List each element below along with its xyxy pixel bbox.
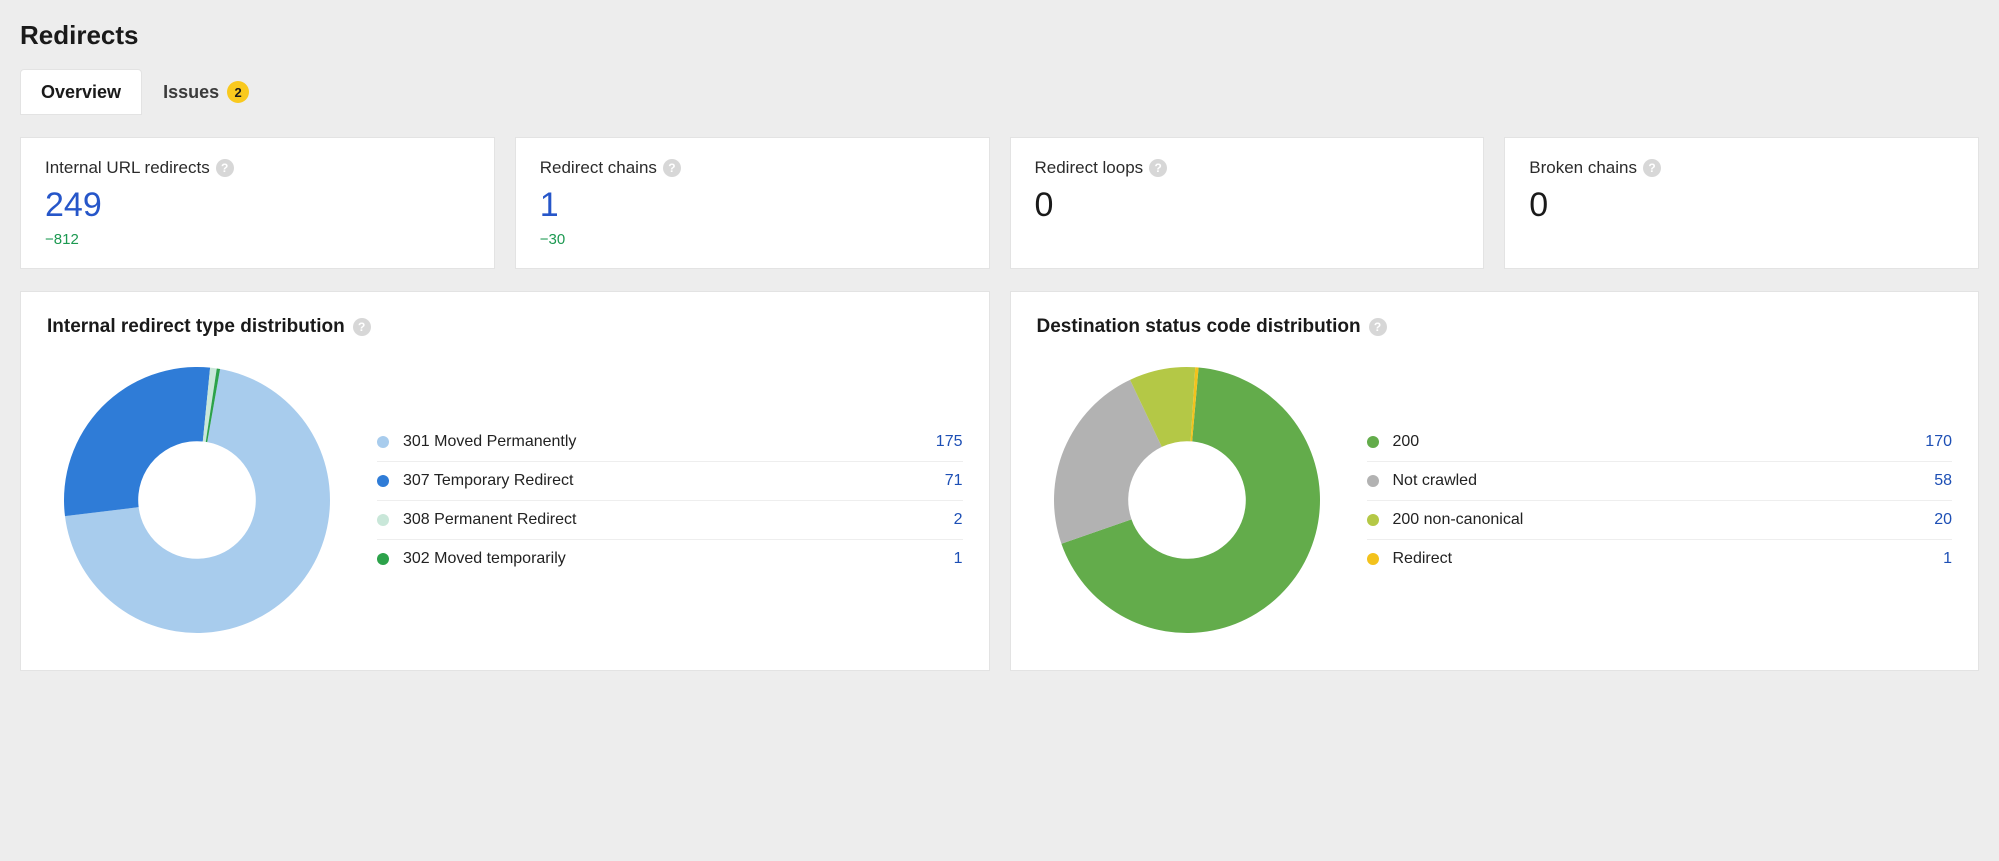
legend-label: 200 (1393, 433, 1926, 451)
stat-value[interactable]: 249 (45, 186, 470, 225)
stat-broken-chains[interactable]: Broken chains ? 0 (1504, 137, 1979, 269)
stat-label: Redirect chains ? (540, 158, 965, 178)
stat-label-text: Redirect loops (1035, 158, 1144, 178)
legend-label: 301 Moved Permanently (403, 433, 936, 451)
legend-swatch (1367, 553, 1379, 565)
chart-legend: 301 Moved Permanently175307 Temporary Re… (377, 423, 963, 578)
help-icon[interactable]: ? (1369, 318, 1387, 336)
stat-label-text: Redirect chains (540, 158, 657, 178)
help-icon[interactable]: ? (216, 159, 234, 177)
stat-label: Broken chains ? (1529, 158, 1954, 178)
chart-title-text: Internal redirect type distribution (47, 316, 345, 338)
stat-redirect-loops[interactable]: Redirect loops ? 0 (1010, 137, 1485, 269)
help-icon[interactable]: ? (1149, 159, 1167, 177)
tab-issues-label: Issues (163, 82, 219, 103)
chart-title: Destination status code distribution ? (1037, 316, 1953, 338)
stat-label: Redirect loops ? (1035, 158, 1460, 178)
stat-value: 0 (1035, 186, 1460, 225)
legend-label: 307 Temporary Redirect (403, 472, 945, 490)
legend-item[interactable]: Not crawled58 (1367, 462, 1953, 501)
legend-label: 200 non-canonical (1393, 511, 1935, 529)
legend-item[interactable]: 200 non-canonical20 (1367, 501, 1953, 540)
stat-internal-redirects[interactable]: Internal URL redirects ? 249 −812 (20, 137, 495, 269)
legend-value: 20 (1934, 511, 1952, 529)
tab-issues[interactable]: Issues 2 (142, 69, 270, 115)
legend-item[interactable]: 200170 (1367, 423, 1953, 462)
help-icon[interactable]: ? (353, 318, 371, 336)
donut-chart (47, 360, 347, 640)
stat-value[interactable]: 1 (540, 186, 965, 225)
page-title: Redirects (20, 20, 1979, 51)
legend-item[interactable]: 301 Moved Permanently175 (377, 423, 963, 462)
legend-label: 302 Moved temporarily (403, 550, 954, 568)
legend-label: Not crawled (1393, 472, 1935, 490)
tabs: Overview Issues 2 (20, 69, 1979, 115)
help-icon[interactable]: ? (1643, 159, 1661, 177)
legend-value: 175 (936, 433, 963, 451)
stat-cards-row: Internal URL redirects ? 249 −812 Redire… (20, 137, 1979, 269)
chart-dest-status: Destination status code distribution ? 2… (1010, 291, 1980, 671)
help-icon[interactable]: ? (663, 159, 681, 177)
chart-title: Internal redirect type distribution ? (47, 316, 963, 338)
stat-label: Internal URL redirects ? (45, 158, 470, 178)
chart-title-text: Destination status code distribution (1037, 316, 1361, 338)
legend-value: 2 (954, 511, 963, 529)
tab-overview[interactable]: Overview (20, 69, 142, 115)
stat-delta: −30 (540, 231, 965, 248)
legend-value: 1 (954, 550, 963, 568)
legend-item[interactable]: Redirect1 (1367, 540, 1953, 578)
legend-item[interactable]: 302 Moved temporarily1 (377, 540, 963, 578)
legend-swatch (377, 553, 389, 565)
stat-label-text: Broken chains (1529, 158, 1637, 178)
legend-value: 170 (1925, 433, 1952, 451)
chart-legend: 200170Not crawled58200 non-canonical20Re… (1367, 423, 1953, 578)
legend-value: 1 (1943, 550, 1952, 568)
stat-value: 0 (1529, 186, 1954, 225)
chart-redirect-type: Internal redirect type distribution ? 30… (20, 291, 990, 671)
donut-slice[interactable] (64, 367, 210, 516)
legend-swatch (377, 514, 389, 526)
legend-value: 58 (1934, 472, 1952, 490)
legend-swatch (377, 436, 389, 448)
chart-row: Internal redirect type distribution ? 30… (20, 291, 1979, 671)
legend-label: Redirect (1393, 550, 1944, 568)
legend-item[interactable]: 307 Temporary Redirect71 (377, 462, 963, 501)
legend-item[interactable]: 308 Permanent Redirect2 (377, 501, 963, 540)
legend-label: 308 Permanent Redirect (403, 511, 954, 529)
legend-swatch (1367, 475, 1379, 487)
stat-delta: −812 (45, 231, 470, 248)
legend-value: 71 (945, 472, 963, 490)
legend-swatch (1367, 514, 1379, 526)
issues-count-badge: 2 (227, 81, 249, 103)
stat-redirect-chains[interactable]: Redirect chains ? 1 −30 (515, 137, 990, 269)
stat-label-text: Internal URL redirects (45, 158, 210, 178)
legend-swatch (1367, 436, 1379, 448)
donut-chart (1037, 360, 1337, 640)
tab-overview-label: Overview (41, 82, 121, 103)
legend-swatch (377, 475, 389, 487)
